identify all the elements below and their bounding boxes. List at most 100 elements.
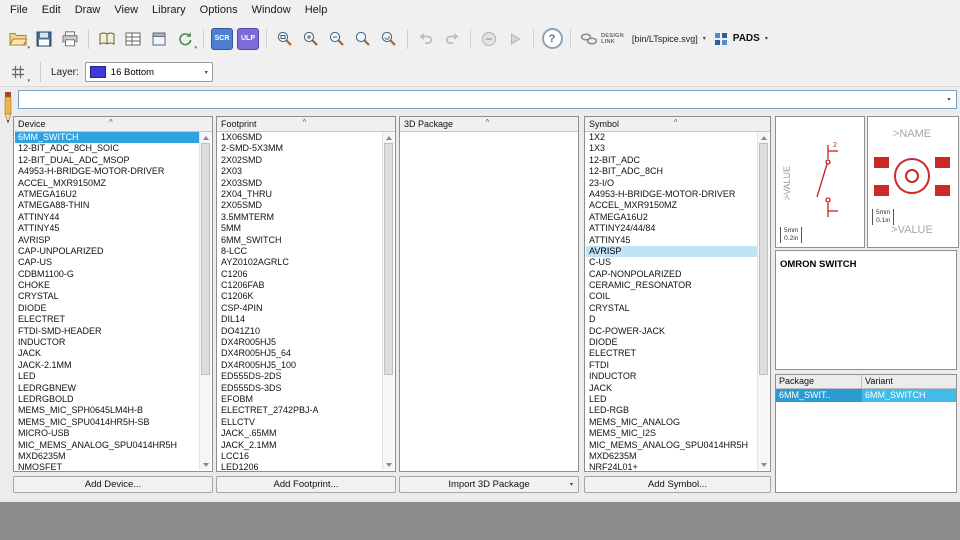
package-cell[interactable]: 6MM_SWIT.. bbox=[776, 389, 862, 402]
device-list-item[interactable]: NMOSFET bbox=[15, 462, 200, 470]
device-list-item[interactable]: 12-BIT_DUAL_ADC_MSOP bbox=[15, 155, 200, 166]
import-3d-package-button[interactable]: Import 3D Package ▾ bbox=[399, 476, 579, 493]
footprint-list-item[interactable]: 2X03SMD bbox=[218, 178, 383, 189]
device-list-item[interactable]: DIODE bbox=[15, 303, 200, 314]
device-list-item[interactable]: CAP-UNPOLARIZED bbox=[15, 246, 200, 257]
zoom-select-button[interactable] bbox=[351, 27, 375, 51]
footprint-list-item[interactable]: ED555DS-2DS bbox=[218, 371, 383, 382]
device-list-item[interactable]: LEDRGBOLD bbox=[15, 394, 200, 405]
footprint-list-item[interactable]: AYZ0102AGRLC bbox=[218, 257, 383, 268]
symbol-list-item[interactable]: ATMEGA16U2 bbox=[586, 212, 758, 223]
footprint-list-item[interactable]: DX4R005HJ5_100 bbox=[218, 360, 383, 371]
footprint-list-item[interactable]: DIL14 bbox=[218, 314, 383, 325]
footprint-list-item[interactable]: LCC16 bbox=[218, 451, 383, 462]
footprint-list-item[interactable]: 3.5MMTERM bbox=[218, 212, 383, 223]
menu-item[interactable]: View bbox=[107, 2, 145, 18]
footprint-list-item[interactable]: DX4R005HJ5_64 bbox=[218, 348, 383, 359]
scroll-down-icon[interactable] bbox=[200, 460, 211, 470]
package3d-column-header[interactable]: 3D Package ^ bbox=[400, 117, 578, 132]
menu-item[interactable]: File bbox=[3, 2, 35, 18]
device-list-item[interactable]: ATTINY44 bbox=[15, 212, 200, 223]
variant-cell[interactable]: 6MM_SWITCH bbox=[862, 389, 956, 402]
save-button[interactable] bbox=[32, 27, 56, 51]
device-list-item[interactable]: ATMEGA88-THIN bbox=[15, 200, 200, 211]
undo-button[interactable] bbox=[414, 27, 438, 51]
symbol-list-item[interactable]: DIODE bbox=[586, 337, 758, 348]
symbol-list-item[interactable]: ELECTRET bbox=[586, 348, 758, 359]
symbol-column-header[interactable]: Symbol ^ bbox=[585, 117, 770, 132]
window-panel-button[interactable] bbox=[147, 27, 171, 51]
add-device-button[interactable]: Add Device... bbox=[13, 476, 213, 493]
menu-item[interactable]: Help bbox=[298, 2, 335, 18]
footprint-list-item[interactable]: DX4R005HJ5 bbox=[218, 337, 383, 348]
add-symbol-button[interactable]: Add Symbol... bbox=[584, 476, 771, 493]
symbol-list-item[interactable]: NRF24L01+ bbox=[586, 462, 758, 470]
symbol-list-item[interactable]: A4953-H-BRIDGE-MOTOR-DRIVER bbox=[586, 189, 758, 200]
scrollbar-thumb[interactable] bbox=[384, 143, 393, 375]
symbol-list-item[interactable]: MIC_MEMS_ANALOG_SPU0414HR5H bbox=[586, 440, 758, 451]
menu-item[interactable]: Library bbox=[145, 2, 193, 18]
device-list-item[interactable]: JACK bbox=[15, 348, 200, 359]
symbol-list-item[interactable]: 12-BIT_ADC bbox=[586, 155, 758, 166]
variant-column-header[interactable]: Variant bbox=[862, 375, 956, 388]
stop-button[interactable] bbox=[477, 27, 501, 51]
symbol-list-item[interactable]: ATTINY24/44/84 bbox=[586, 223, 758, 234]
symbol-list-item[interactable]: MEMS_MIC_I2S bbox=[586, 428, 758, 439]
redo-button[interactable] bbox=[440, 27, 464, 51]
device-list-item[interactable]: 6MM_SWITCH bbox=[15, 132, 200, 144]
zoom-fit-button[interactable] bbox=[273, 27, 297, 51]
symbol-list-item[interactable]: CERAMIC_RESONATOR bbox=[586, 280, 758, 291]
add-footprint-button[interactable]: Add Footprint... bbox=[216, 476, 396, 493]
footprint-list-item[interactable]: ELECTRET_2742PBJ-A bbox=[218, 405, 383, 416]
symbol-list-item[interactable]: JACK bbox=[586, 383, 758, 394]
footprint-list-item[interactable]: 1X06SMD bbox=[218, 132, 383, 143]
device-list-item[interactable]: CHOKE bbox=[15, 280, 200, 291]
symbol-list-item[interactable]: D bbox=[586, 314, 758, 325]
device-list-item[interactable]: CAP-US bbox=[15, 257, 200, 268]
table-view-button[interactable] bbox=[121, 27, 145, 51]
device-list-item[interactable]: MEMS_MIC_SPU0414HR5H-SB bbox=[15, 417, 200, 428]
menu-item[interactable]: Window bbox=[245, 2, 298, 18]
footprint-list-item[interactable]: 5MM bbox=[218, 223, 383, 234]
symbol-list-item[interactable]: MEMS_MIC_ANALOG bbox=[586, 417, 758, 428]
scroll-up-icon[interactable] bbox=[383, 132, 394, 142]
scroll-down-icon[interactable] bbox=[758, 460, 769, 470]
symbol-list-item[interactable]: 23-I/O bbox=[586, 178, 758, 189]
symbol-list-item[interactable]: FTDI bbox=[586, 360, 758, 371]
device-list-item[interactable]: 12-BIT_ADC_8CH_SOIC bbox=[15, 143, 200, 154]
ltspice-dropdown[interactable]: [bin/LTspice.svg] ▾ bbox=[629, 27, 709, 51]
zoom-redraw-button[interactable] bbox=[377, 27, 401, 51]
footprint-list-item[interactable]: ELLCTV bbox=[218, 417, 383, 428]
zoom-out-button[interactable] bbox=[325, 27, 349, 51]
pads-button[interactable]: PADS ▾ bbox=[711, 27, 771, 51]
package-column-header[interactable]: Package bbox=[776, 375, 862, 388]
footprint-list-item[interactable]: JACK_2.1MM bbox=[218, 440, 383, 451]
footprint-list-item[interactable]: LED1206 bbox=[218, 462, 383, 470]
footprint-list-item[interactable]: C1206 bbox=[218, 269, 383, 280]
footprint-scrollbar[interactable] bbox=[382, 132, 394, 470]
device-list-item[interactable]: AVRISP bbox=[15, 235, 200, 246]
symbol-list-item[interactable]: CAP-NONPOLARIZED bbox=[586, 269, 758, 280]
scroll-down-icon[interactable] bbox=[383, 460, 394, 470]
layer-dropdown[interactable]: 16 Bottom ▾ bbox=[84, 62, 213, 82]
footprint-list-item[interactable]: 2X05SMD bbox=[218, 200, 383, 211]
run-ulp-button[interactable]: ULP bbox=[236, 27, 260, 51]
footprint-list-item[interactable]: 2X03 bbox=[218, 166, 383, 177]
device-list-item[interactable]: LEDRGBNEW bbox=[15, 383, 200, 394]
symbol-list-item[interactable]: MXD6235M bbox=[586, 451, 758, 462]
command-input[interactable] bbox=[19, 92, 942, 106]
footprint-list-item[interactable]: 6MM_SWITCH bbox=[218, 235, 383, 246]
symbol-list-item[interactable]: AVRISP bbox=[586, 245, 758, 258]
design-link-button[interactable]: DESIGN LINK bbox=[577, 27, 627, 51]
footprint-list-item[interactable]: C1206FAB bbox=[218, 280, 383, 291]
zoom-in-button[interactable] bbox=[299, 27, 323, 51]
device-list-item[interactable]: A4953-H-BRIDGE-MOTOR-DRIVER bbox=[15, 166, 200, 177]
symbol-list-item[interactable]: LED bbox=[586, 394, 758, 405]
run-script-button[interactable]: SCR bbox=[210, 27, 234, 51]
symbol-list-item[interactable]: 1X3 bbox=[586, 143, 758, 154]
footprint-list-item[interactable]: EFOBM bbox=[218, 394, 383, 405]
footprint-list-item[interactable]: 8-LCC bbox=[218, 246, 383, 257]
device-list-item[interactable]: ATMEGA16U2 bbox=[15, 189, 200, 200]
footprint-list-item[interactable]: 2X04_THRU bbox=[218, 189, 383, 200]
device-list-item[interactable]: CRYSTAL bbox=[15, 291, 200, 302]
